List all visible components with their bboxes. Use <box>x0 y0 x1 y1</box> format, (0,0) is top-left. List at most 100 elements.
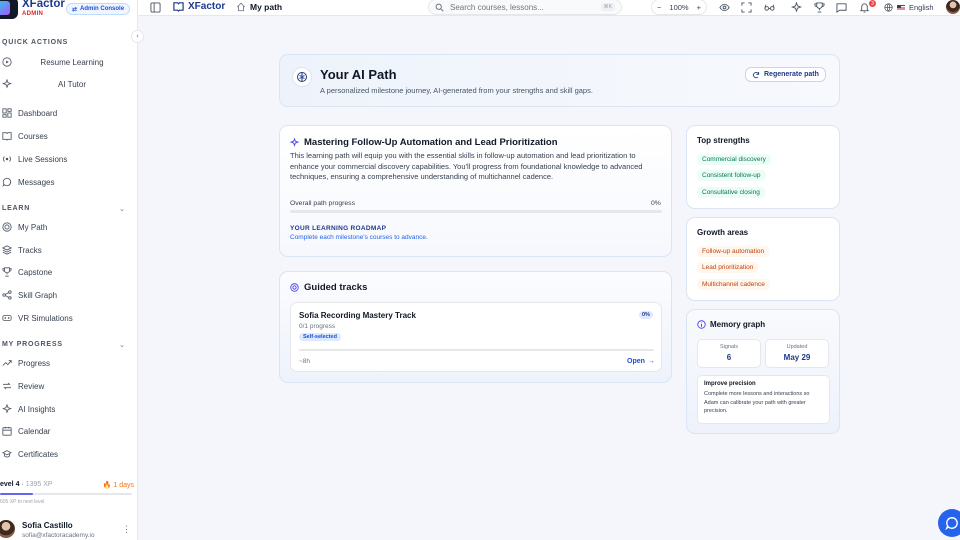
trophy-icon[interactable] <box>814 2 825 13</box>
improve-precision-box: Improve precision Complete more lessons … <box>697 375 830 424</box>
sidebar-item-label: Dashboard <box>18 108 58 118</box>
sidebar-item-review[interactable]: Review <box>2 379 44 393</box>
ai-tutor-button[interactable]: AI Tutor <box>2 77 132 91</box>
trophy-icon <box>2 267 12 277</box>
sidebar-item-label: Certificates <box>18 449 59 459</box>
admin-console-button[interactable]: ⇄ Admin Console <box>66 3 131 15</box>
sidebar-item-dashboard[interactable]: Dashboard <box>2 106 57 120</box>
open-track-link[interactable]: Open → <box>627 358 655 365</box>
growth-chip: Lead prioritization <box>697 262 759 273</box>
open-track-label: Open <box>627 358 645 365</box>
more-vertical-icon[interactable]: ⋮ <box>122 524 131 535</box>
sidebar-item-label: Messages <box>18 177 55 187</box>
signals-stat: Signals 6 <box>697 339 761 368</box>
sidebar-item-label: VR Simulations <box>18 313 73 323</box>
zoom-in-button[interactable]: + <box>697 3 701 12</box>
chevron-down-icon[interactable]: ⌄ <box>119 205 125 213</box>
path-title-text: Mastering Follow-Up Automation and Lead … <box>304 137 558 148</box>
breadcrumb-current-page: My path <box>236 2 282 12</box>
sidebar-item-ai-insights[interactable]: AI Insights <box>2 402 55 416</box>
sidebar-item-label: My Path <box>18 222 48 232</box>
info-icon <box>697 320 706 329</box>
eye-icon[interactable] <box>719 2 730 13</box>
signals-label: Signals <box>719 344 739 350</box>
sparkles-icon[interactable] <box>791 2 802 13</box>
sidebar-item-live-sessions[interactable]: Live Sessions <box>2 152 67 166</box>
sidebar-item-my-path[interactable]: My Path <box>2 220 47 234</box>
brand-role: ADMIN <box>22 11 44 17</box>
chat-button[interactable] <box>938 509 960 537</box>
glasses-icon[interactable] <box>764 2 775 13</box>
shortcut-hint: ⌘K <box>600 3 615 11</box>
notification-count: 3 <box>869 0 876 7</box>
guided-tracks-card: Guided tracks Sofia Recording Mastery Tr… <box>279 271 672 383</box>
page-subheading: A personalized milestone journey, AI-gen… <box>320 86 593 95</box>
sidebar-item-messages[interactable]: Messages <box>2 175 54 189</box>
message-circle-icon <box>2 177 12 187</box>
sidebar-item-label: Live Sessions <box>18 154 68 164</box>
level-row: evel 4 · 1395 XP 🔥 1 days <box>0 481 134 489</box>
search-bar[interactable]: ⌘K <box>428 0 622 15</box>
updated-stat: Updated May 29 <box>765 339 829 368</box>
zoom-out-button[interactable]: − <box>657 3 661 12</box>
self-selected-badge: Self-selected <box>299 333 341 341</box>
sidebar-item-label: Review <box>18 381 45 391</box>
signals-value: 6 <box>726 353 732 362</box>
sidebar-item-calendar[interactable]: Calendar <box>2 424 50 438</box>
level-label: evel 4 <box>0 481 20 488</box>
home-icon <box>236 2 246 12</box>
brand-logo[interactable] <box>0 0 18 19</box>
strength-chip: Consultative closing <box>697 187 765 198</box>
message-square-icon[interactable] <box>836 2 847 13</box>
top-strengths-heading: Top strengths <box>697 136 750 145</box>
track-card[interactable]: Sofia Recording Mastery Track 0% 0/1 pro… <box>290 302 662 372</box>
strength-chip: Consistent follow-up <box>697 170 766 181</box>
path-title: Mastering Follow-Up Automation and Lead … <box>290 137 558 148</box>
sidebar-item-progress[interactable]: Progress <box>2 356 50 370</box>
search-icon <box>435 3 444 12</box>
track-percent-badge: 0% <box>639 311 653 319</box>
breadcrumb-brand[interactable]: XFactor <box>173 1 225 12</box>
chevron-down-icon[interactable]: ⌄ <box>119 341 125 349</box>
sparkles-icon <box>290 138 299 147</box>
search-input[interactable] <box>450 2 595 12</box>
switch-icon: ⇄ <box>72 6 78 13</box>
zoom-control: − 100% + <box>651 0 707 15</box>
sidebar-toggle-icon[interactable] <box>150 2 161 13</box>
path-description: This learning path will equip you with t… <box>290 151 643 181</box>
sidebar-item-capstone[interactable]: Capstone <box>2 265 52 279</box>
admin-console-label: Admin Console <box>80 6 125 12</box>
growth-areas-heading: Growth areas <box>697 228 749 237</box>
sidebar-item-certificates[interactable]: Certificates <box>2 447 58 461</box>
regenerate-path-button[interactable]: Regenerate path <box>745 67 826 82</box>
collapse-sidebar-button[interactable]: ‹ <box>131 30 144 43</box>
sidebar-item-label: Calendar <box>18 426 51 436</box>
fullscreen-icon[interactable] <box>741 2 752 13</box>
vr-headset-icon <box>2 315 12 321</box>
brain-icon <box>292 67 312 87</box>
regenerate-path-label: Regenerate path <box>764 71 819 78</box>
page-heading: Your AI Path <box>320 67 397 82</box>
us-flag-icon <box>897 4 905 11</box>
improve-precision-text: Complete more lessons and interactions s… <box>704 391 810 414</box>
repeat-icon <box>3 382 11 390</box>
sidebar-item-vr-simulations[interactable]: VR Simulations <box>2 311 73 325</box>
avatar <box>0 520 15 538</box>
page-title: My path <box>250 2 283 12</box>
xp-count: 1395 XP <box>25 481 53 488</box>
roadmap-subtext: Complete each milestone's courses to adv… <box>290 234 428 241</box>
target-icon <box>290 283 299 292</box>
user-profile[interactable]: Sofia Castillo sofia@xfactoracademy.io ⋮ <box>0 519 137 540</box>
topbar: XFactor My path ⌘K − 100% + 3 English <box>138 0 960 16</box>
ai-path-header: Your AI Path A personalized milestone jo… <box>279 54 840 107</box>
sidebar-item-courses[interactable]: Courses <box>2 129 48 143</box>
language-selector[interactable]: English <box>884 3 934 12</box>
avatar[interactable] <box>946 0 960 14</box>
streak-count: 1 days <box>113 482 134 489</box>
resume-learning-button[interactable]: Resume Learning <box>2 55 132 69</box>
sparkles-icon <box>2 79 12 89</box>
sidebar-item-skill-graph[interactable]: Skill Graph <box>2 288 57 302</box>
sidebar-item-tracks[interactable]: Tracks <box>2 243 42 257</box>
learning-path-card: Mastering Follow-Up Automation and Lead … <box>279 125 672 257</box>
sidebar-item-label: Skill Graph <box>18 290 58 300</box>
